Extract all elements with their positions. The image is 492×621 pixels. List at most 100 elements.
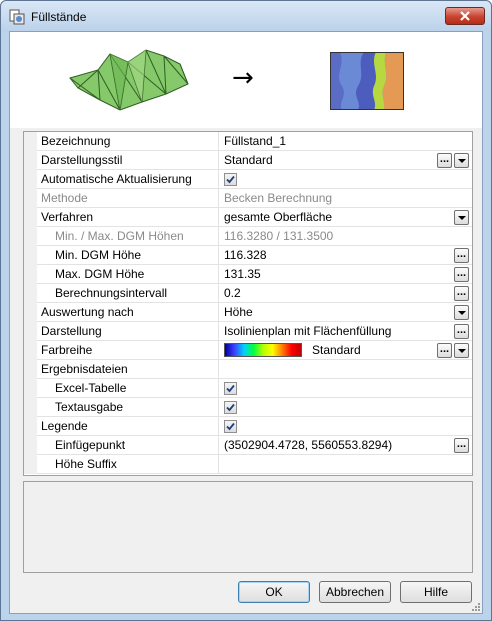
color-ramp-ellipsis-button[interactable]: ... [437, 343, 452, 358]
row-gutter [24, 132, 37, 151]
property-name: Methode [37, 189, 219, 208]
row-gutter [24, 265, 37, 284]
property-name: Automatische Aktualisierung [37, 170, 219, 189]
close-icon [460, 11, 470, 21]
property-row-interval[interactable]: Berechnungsintervall 0.2 ... [24, 284, 472, 303]
row-gutter [24, 379, 37, 398]
row-gutter [24, 208, 37, 227]
row-gutter [24, 284, 37, 303]
legend-checkbox[interactable] [224, 420, 237, 433]
max-height-input[interactable]: 131.35 [220, 265, 472, 284]
property-name: Excel-Tabelle [37, 379, 219, 398]
insertion-point-ellipsis-button[interactable]: ... [454, 438, 469, 453]
text-output-value [220, 398, 472, 417]
property-row-verfahren[interactable]: Verfahren gesamte Oberfläche [24, 208, 472, 227]
property-name: Textausgabe [37, 398, 219, 417]
name-input[interactable]: Füllstand_1 [220, 132, 472, 151]
color-ramp-label: Standard [312, 343, 361, 357]
style-ellipsis-button[interactable]: ... [437, 153, 452, 168]
row-gutter [24, 436, 37, 455]
row-gutter [24, 227, 37, 246]
property-row-darstellungsstil[interactable]: Darstellungsstil Standard ... [24, 151, 472, 170]
excel-checkbox[interactable] [224, 382, 237, 395]
ok-button[interactable]: OK [238, 581, 310, 603]
procedure-dropdown-button[interactable] [454, 210, 469, 225]
color-ramp-dropdown-button[interactable] [454, 343, 469, 358]
property-row-minmax: Min. / Max. DGM Höhen 116.3280 / 131.350… [24, 227, 472, 246]
color-ramp-swatch [224, 342, 302, 357]
property-name: Verfahren [37, 208, 219, 227]
property-grid: Bezeichnung Füllstand_1 Darstellungsstil… [23, 131, 473, 476]
procedure-select[interactable]: gesamte Oberfläche [220, 208, 472, 227]
cancel-button[interactable]: Abbrechen [319, 581, 391, 603]
property-name: Darstellung [37, 322, 219, 341]
check-icon [226, 175, 235, 184]
property-row-text-output[interactable]: Textausgabe [24, 398, 472, 417]
row-gutter [24, 341, 37, 360]
property-name: Einfügepunkt [37, 436, 219, 455]
check-icon [226, 384, 235, 393]
preview-banner: → [10, 32, 482, 128]
excel-value [220, 379, 472, 398]
max-height-ellipsis-button[interactable]: ... [454, 267, 469, 282]
min-height-input[interactable]: 116.328 [220, 246, 472, 265]
resize-grip-icon[interactable] [470, 601, 480, 611]
property-name: Farbreihe [37, 341, 219, 360]
property-name: Ergebnisdateien [37, 360, 219, 379]
display-value[interactable]: Isolinienplan mit Flächenfüllung [220, 322, 472, 341]
help-button[interactable]: Hilfe [400, 581, 472, 603]
property-row-excel[interactable]: Excel-Tabelle [24, 379, 472, 398]
check-icon [226, 422, 235, 431]
arrow-label: → [232, 63, 254, 93]
property-name: Min. DGM Höhe [37, 246, 219, 265]
terrain-mesh-icon [69, 49, 189, 111]
property-row-methode: Methode Becken Berechnung [24, 189, 472, 208]
auto-update-value [220, 170, 472, 189]
row-gutter [24, 398, 37, 417]
close-button[interactable] [445, 7, 485, 25]
app-icon [9, 9, 25, 25]
dialog-client: → Bezeichnung Füllstand_1 Darstellungsst… [9, 31, 483, 614]
property-row-color-ramp[interactable]: Farbreihe Standard ... [24, 341, 472, 360]
display-ellipsis-button[interactable]: ... [454, 324, 469, 339]
property-row-result-files: Ergebnisdateien [24, 360, 472, 379]
style-dropdown-button[interactable] [454, 153, 469, 168]
evaluation-dropdown-button[interactable] [454, 305, 469, 320]
description-panel [23, 481, 473, 573]
property-name: Höhe Suffix [37, 455, 219, 474]
window-title: Füllstände [31, 10, 87, 24]
property-row-legend[interactable]: Legende [24, 417, 472, 436]
property-row-insertion-point[interactable]: Einfügepunkt (3502904.4728, 5560553.8294… [24, 436, 472, 455]
color-ramp-select[interactable]: Standard [220, 341, 472, 360]
row-gutter [24, 151, 37, 170]
interval-ellipsis-button[interactable]: ... [454, 286, 469, 301]
property-row-bezeichnung[interactable]: Bezeichnung Füllstand_1 [24, 132, 472, 151]
title-bar[interactable]: Füllstände [1, 1, 491, 31]
height-suffix-input[interactable] [220, 455, 472, 474]
insertion-point-value[interactable]: (3502904.4728, 5560553.8294) [220, 436, 472, 455]
interval-input[interactable]: 0.2 [220, 284, 472, 303]
property-row-min-height[interactable]: Min. DGM Höhe 116.328 ... [24, 246, 472, 265]
property-name: Legende [37, 417, 219, 436]
property-name: Berechnungsintervall [37, 284, 219, 303]
style-select[interactable]: Standard [220, 151, 472, 170]
auto-update-checkbox[interactable] [224, 173, 237, 186]
property-row-height-suffix[interactable]: Höhe Suffix [24, 455, 472, 474]
text-output-checkbox[interactable] [224, 401, 237, 414]
property-name: Auswertung nach [37, 303, 219, 322]
property-row-auto-update[interactable]: Automatische Aktualisierung [24, 170, 472, 189]
check-icon [226, 403, 235, 412]
row-gutter [24, 170, 37, 189]
property-name: Max. DGM Höhe [37, 265, 219, 284]
min-height-ellipsis-button[interactable]: ... [454, 248, 469, 263]
row-gutter [24, 246, 37, 265]
row-gutter [24, 455, 37, 474]
evaluation-select[interactable]: Höhe [220, 303, 472, 322]
row-gutter [24, 360, 37, 379]
property-row-evaluation[interactable]: Auswertung nach Höhe [24, 303, 472, 322]
result-files-value [220, 360, 472, 379]
legend-value [220, 417, 472, 436]
property-row-max-height[interactable]: Max. DGM Höhe 131.35 ... [24, 265, 472, 284]
property-row-display[interactable]: Darstellung Isolinienplan mit Flächenfül… [24, 322, 472, 341]
method-value: Becken Berechnung [224, 191, 333, 205]
